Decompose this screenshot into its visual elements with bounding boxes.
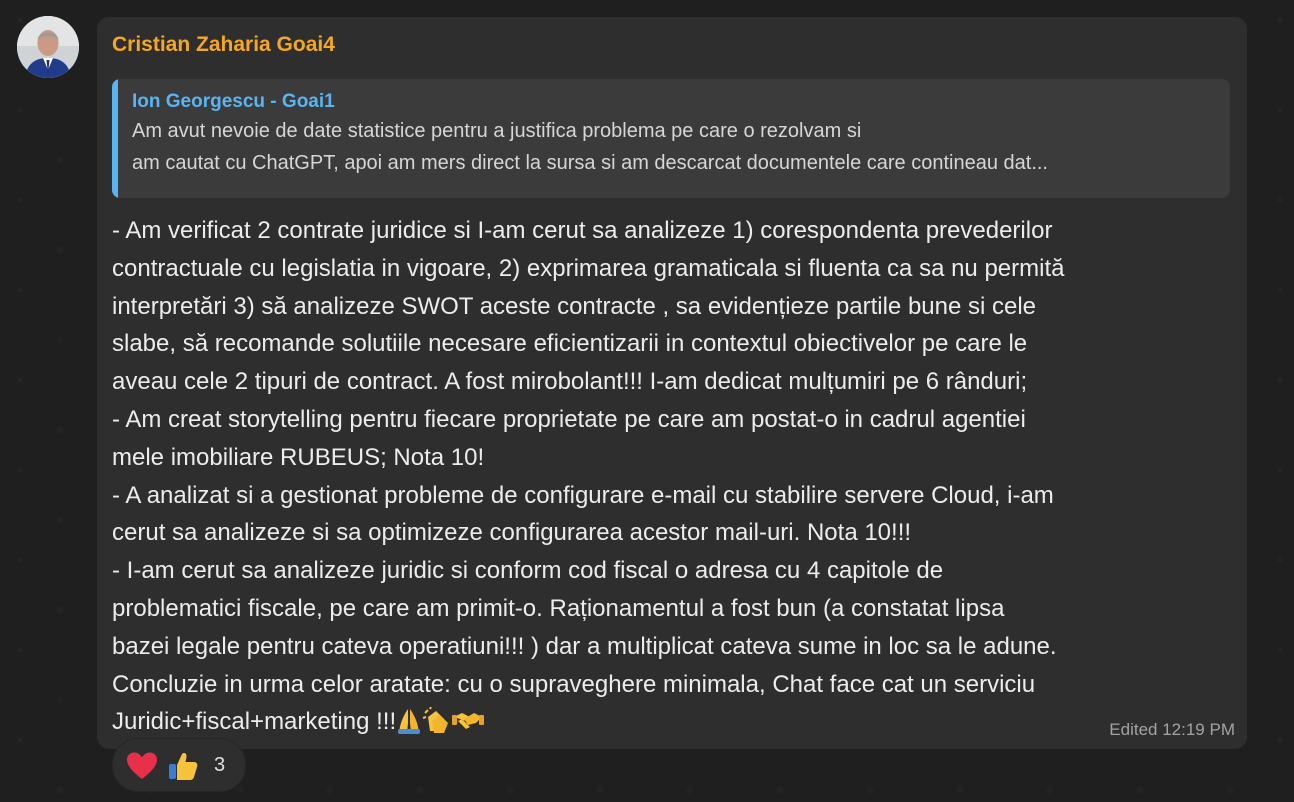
message-line: - Am creat storytelling pentru fiecare p… — [112, 405, 1026, 433]
message-bubble[interactable]: Cristian Zaharia Goai4 Ion Georgescu - G… — [97, 17, 1247, 749]
reaction-count: 3 — [214, 754, 226, 776]
message-line: aveau cele 2 tipuri de contract. A fost … — [112, 368, 1028, 396]
message-line: bazei legale pentru cateva operatiuni!!!… — [112, 632, 1057, 660]
reply-quote[interactable]: Ion Georgescu - Goai1 Am avut nevoie de … — [112, 79, 1230, 198]
message-line: problematici fiscale, pe care am primit-… — [112, 594, 1005, 622]
clapping-hands-icon — [422, 706, 452, 747]
reply-accent-bar — [112, 79, 118, 198]
reactions-bar[interactable]: 3 — [112, 738, 246, 792]
avatar[interactable] — [17, 16, 79, 78]
reply-text-line-1: Am avut nevoie de date statistice pentru… — [132, 120, 862, 142]
message-line: - Am verificat 2 contrate juridice si I-… — [112, 217, 1053, 244]
thumbs-up-icon[interactable] — [167, 750, 199, 782]
message-line: contractuale cu legislatia in vigoare, 2… — [112, 254, 1065, 282]
message-text: - Am verificat 2 contrate juridice si I-… — [112, 212, 1232, 747]
heart-icon[interactable] — [126, 751, 158, 781]
message-line: - A analizat si a gestionat probleme de … — [112, 481, 1054, 509]
handshake-icon — [452, 707, 485, 747]
message-last-line: Juridic+fiscal+marketing !!! — [112, 703, 1232, 747]
praying-hands-icon — [396, 707, 422, 747]
edited-timestamp: Edited 12:19 PM — [1109, 720, 1235, 739]
message-line: - I-am cerut sa analizeze juridic si con… — [112, 557, 944, 585]
message-line: mele imobiliare RUBEUS; Nota 10! — [112, 443, 485, 471]
message-line: interpretări 3) să analizeze SWOT aceste… — [112, 292, 1037, 320]
message-author[interactable]: Cristian Zaharia Goai4 — [112, 33, 335, 57]
message-line: cerut sa analizeze si sa optimizeze conf… — [112, 519, 912, 547]
reply-author: Ion Georgescu - Goai1 — [132, 91, 335, 112]
message-line: slabe, să recomande solutiile necesare e… — [112, 330, 1028, 358]
message-line: Concluzie in urma celor aratate: cu o su… — [112, 670, 1036, 698]
avatar-photo — [17, 16, 79, 78]
reply-text-line-2: am cautat cu ChatGPT, apoi am mers direc… — [132, 152, 1048, 174]
message-last-line-text: Juridic+fiscal+marketing !!! — [112, 708, 397, 736]
